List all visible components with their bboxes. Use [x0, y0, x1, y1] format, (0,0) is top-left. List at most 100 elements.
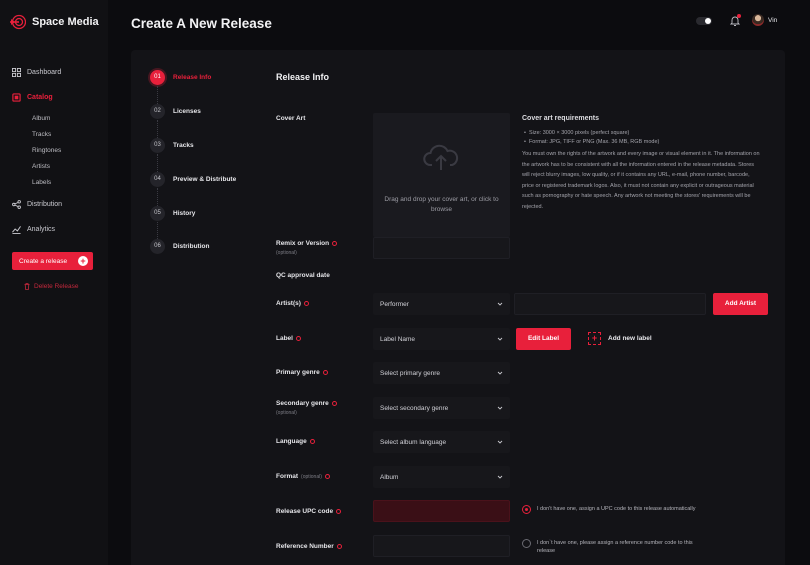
step-licenses[interactable]: 02 Licenses: [150, 104, 201, 119]
step-label: Licenses: [173, 108, 201, 115]
delete-release-link[interactable]: Delete Release: [24, 283, 78, 290]
step-number: 04: [150, 172, 165, 187]
primary-genre-label-text: Primary genre: [276, 369, 320, 376]
section-title: Release Info: [276, 72, 330, 82]
sidebar-subitem-tracks[interactable]: Tracks: [32, 131, 51, 138]
language-label: Language: [276, 438, 315, 445]
info-icon: [336, 509, 342, 514]
sidebar-item-analytics[interactable]: Analytics: [12, 225, 55, 234]
sidebar-item-catalog[interactable]: Catalog: [12, 93, 53, 102]
sidebar-subitem-album[interactable]: Album: [32, 115, 50, 122]
chevron-down-icon: [497, 371, 503, 375]
reference-auto-radio[interactable]: [522, 539, 531, 548]
chevron-down-icon: [497, 302, 503, 306]
step-release-info[interactable]: 01 Release Info: [150, 70, 211, 85]
sidebar-subitem-artists[interactable]: Artists: [32, 163, 50, 170]
primary-genre-value: Select primary genre: [380, 369, 440, 377]
secondary-genre-label-text: Secondary genre: [276, 400, 329, 407]
step-connector: [157, 222, 158, 239]
edit-label-button[interactable]: Edit Label: [516, 328, 571, 350]
create-release-button[interactable]: Create a release +: [12, 252, 93, 270]
notification-badge: [737, 14, 741, 18]
avatar[interactable]: [752, 14, 764, 26]
artist-name-input[interactable]: [514, 293, 706, 315]
sidebar-item-label: Dashboard: [27, 69, 62, 76]
sidebar-item-distribution[interactable]: Distribution: [12, 200, 62, 209]
info-icon: [295, 336, 301, 341]
sidebar-item-label: Distribution: [27, 201, 63, 208]
primary-genre-select[interactable]: Select primary genre: [373, 362, 510, 384]
artist-select[interactable]: Performer: [373, 293, 510, 315]
sidebar-item-dashboard[interactable]: Dashboard: [12, 68, 61, 77]
step-label: History: [173, 210, 196, 217]
catalog-icon: [12, 93, 21, 102]
step-number: 06: [150, 239, 165, 254]
add-artist-button[interactable]: Add Artist: [713, 293, 768, 315]
reference-auto-option[interactable]: I don`t have one, please assign a refere…: [522, 539, 697, 555]
page-title: Create A New Release: [131, 16, 272, 31]
remix-optional: (optional): [276, 250, 297, 256]
upc-auto-option[interactable]: I don't have one, assign a UPC code to t…: [522, 505, 697, 514]
remix-label: Remix or Version: [276, 240, 338, 247]
step-tracks[interactable]: 03 Tracks: [150, 138, 194, 153]
brand-name: Space Media: [32, 16, 99, 28]
chevron-down-icon: [497, 406, 503, 410]
cover-art-requirements: Cover art requirements Size: 3000 × 3000…: [522, 115, 762, 212]
step-history[interactable]: 05 History: [150, 206, 195, 221]
step-connector: [157, 188, 158, 206]
info-icon: [303, 301, 309, 306]
sidebar-item-label: Catalog: [27, 94, 53, 101]
remix-input[interactable]: [373, 237, 510, 259]
language-select[interactable]: Select album language: [373, 431, 510, 453]
language-label-text: Language: [276, 438, 307, 445]
step-label: Tracks: [173, 142, 194, 149]
format-optional: (optional): [301, 473, 322, 480]
info-icon: [309, 439, 315, 444]
info-icon: [322, 370, 328, 375]
artist-select-value: Performer: [380, 300, 409, 308]
add-new-label-button[interactable]: + Add new label: [588, 332, 652, 345]
info-icon: [331, 401, 337, 406]
label-select[interactable]: Label Name: [373, 328, 510, 350]
upc-input[interactable]: [373, 500, 510, 522]
step-distribution[interactable]: 06 Distribution: [150, 239, 209, 254]
plus-icon: +: [588, 332, 601, 345]
info-icon: [324, 474, 330, 479]
upc-label-text: Release UPC code: [276, 508, 334, 515]
cover-art-label-text: Cover Art: [276, 115, 306, 122]
requirement-size: Size: 3000 × 3000 pixels (perfect square…: [524, 130, 762, 136]
format-value: Album: [380, 473, 399, 481]
artist-label-text: Artist(s): [276, 300, 301, 307]
grid-icon: [12, 68, 21, 77]
secondary-genre-label: Secondary genre: [276, 400, 337, 407]
user-name[interactable]: Vin: [768, 17, 777, 24]
theme-toggle[interactable]: [696, 17, 712, 25]
language-value: Select album language: [380, 438, 447, 446]
step-number: 01: [150, 70, 165, 85]
delete-release-label: Delete Release: [34, 283, 79, 290]
requirement-format: Format: JPG, TIFF or PNG (Max. 36 MB, RG…: [524, 139, 762, 145]
step-number: 02: [150, 104, 165, 119]
trash-icon: [24, 283, 30, 290]
sidebar-subitem-ringtones[interactable]: Ringtones: [32, 147, 61, 154]
create-release-label: Create a release: [19, 257, 68, 265]
dropzone-text: Drag and drop your cover art, or click t…: [384, 196, 499, 213]
cover-art-label: Cover Art: [276, 115, 305, 122]
format-select[interactable]: Album: [373, 466, 510, 488]
reference-number-input[interactable]: [373, 535, 510, 557]
cover-art-dropzone[interactable]: Drag and drop your cover art, or click t…: [373, 113, 510, 237]
upc-auto-radio[interactable]: [522, 505, 531, 514]
reference-number-label: Reference Number: [276, 543, 342, 550]
secondary-genre-select[interactable]: Select secondary genre: [373, 397, 510, 419]
qc-approval-label: QC approval date: [276, 272, 330, 279]
label-label-text: Label: [276, 335, 293, 342]
chevron-down-icon: [497, 475, 503, 479]
secondary-genre-value: Select secondary genre: [380, 404, 449, 412]
upc-auto-text: I don't have one, assign a UPC code to t…: [537, 506, 696, 512]
reference-auto-text: I don`t have one, please assign a refere…: [537, 540, 693, 554]
step-preview-distribute[interactable]: 04 Preview & Distribute: [150, 172, 236, 187]
brand[interactable]: Space Media: [10, 14, 99, 30]
sidebar-subitem-labels[interactable]: Labels: [32, 179, 51, 186]
share-icon: [12, 200, 21, 209]
info-icon: [332, 241, 338, 246]
